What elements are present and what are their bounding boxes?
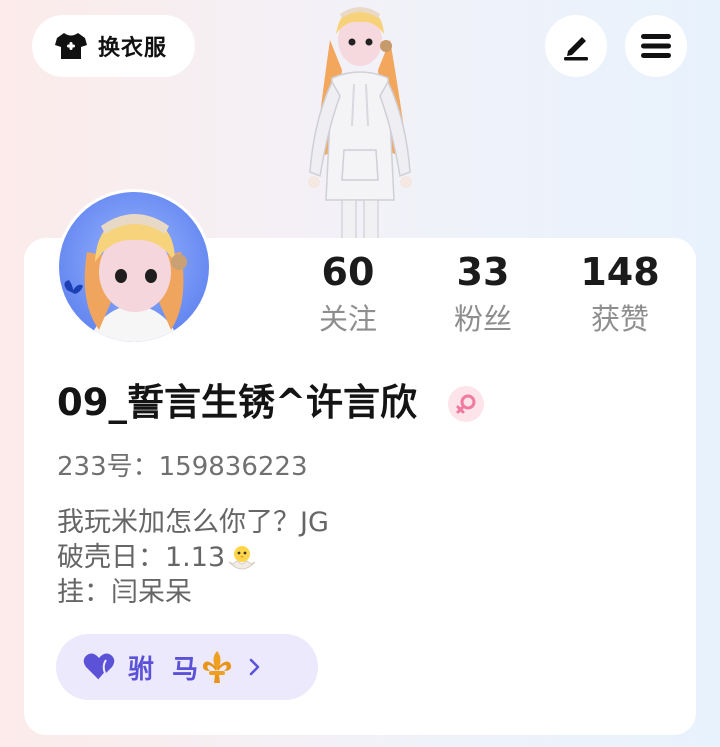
following-stat[interactable]: 60 关注: [288, 250, 408, 336]
fans-count: 33: [456, 250, 510, 294]
bio: 我玩米加怎么你了？JG 破壳日：1.13 挂：闫呆呆: [57, 505, 329, 610]
fans-stat[interactable]: 33 粉丝: [423, 250, 543, 336]
username: 09_誓言生锈^许言欣: [57, 381, 417, 424]
pen-icon: [564, 37, 588, 61]
likes-count: 148: [580, 250, 660, 294]
medal-badge-button[interactable]: 驸 马: [56, 634, 318, 700]
avatar[interactable]: [56, 189, 212, 345]
hatching-chick-icon: [228, 545, 256, 569]
bio-line: 我玩米加怎么你了？JG: [57, 507, 329, 538]
menu-button[interactable]: [625, 15, 687, 77]
edit-profile-button[interactable]: [545, 15, 607, 77]
chevron-right-icon: [249, 658, 260, 676]
birthday-text: 破壳日：1.13: [57, 542, 226, 573]
female-icon: [448, 386, 484, 422]
change-outfit-button[interactable]: 换衣服: [32, 15, 195, 77]
user-id: 233号：159836223: [57, 452, 308, 482]
likes-stat[interactable]: 148 获赞: [560, 250, 680, 336]
likes-label: 获赞: [590, 302, 649, 336]
bio-line: 挂：闫呆呆: [57, 577, 192, 608]
following-count: 60: [321, 250, 375, 294]
medal-name: 驸 马: [128, 654, 199, 685]
bio-line-birthday: 破壳日：1.13: [57, 540, 329, 575]
fleur-de-lis-icon: [202, 651, 232, 683]
following-label: 关注: [318, 302, 377, 336]
fans-label: 粉丝: [453, 302, 512, 336]
tshirt-icon: [55, 33, 87, 59]
menu-icon: [641, 34, 671, 58]
change-outfit-label: 换衣服: [98, 36, 168, 61]
avatar-model-illustration[interactable]: [290, 0, 430, 240]
heart-icon: [83, 653, 115, 681]
